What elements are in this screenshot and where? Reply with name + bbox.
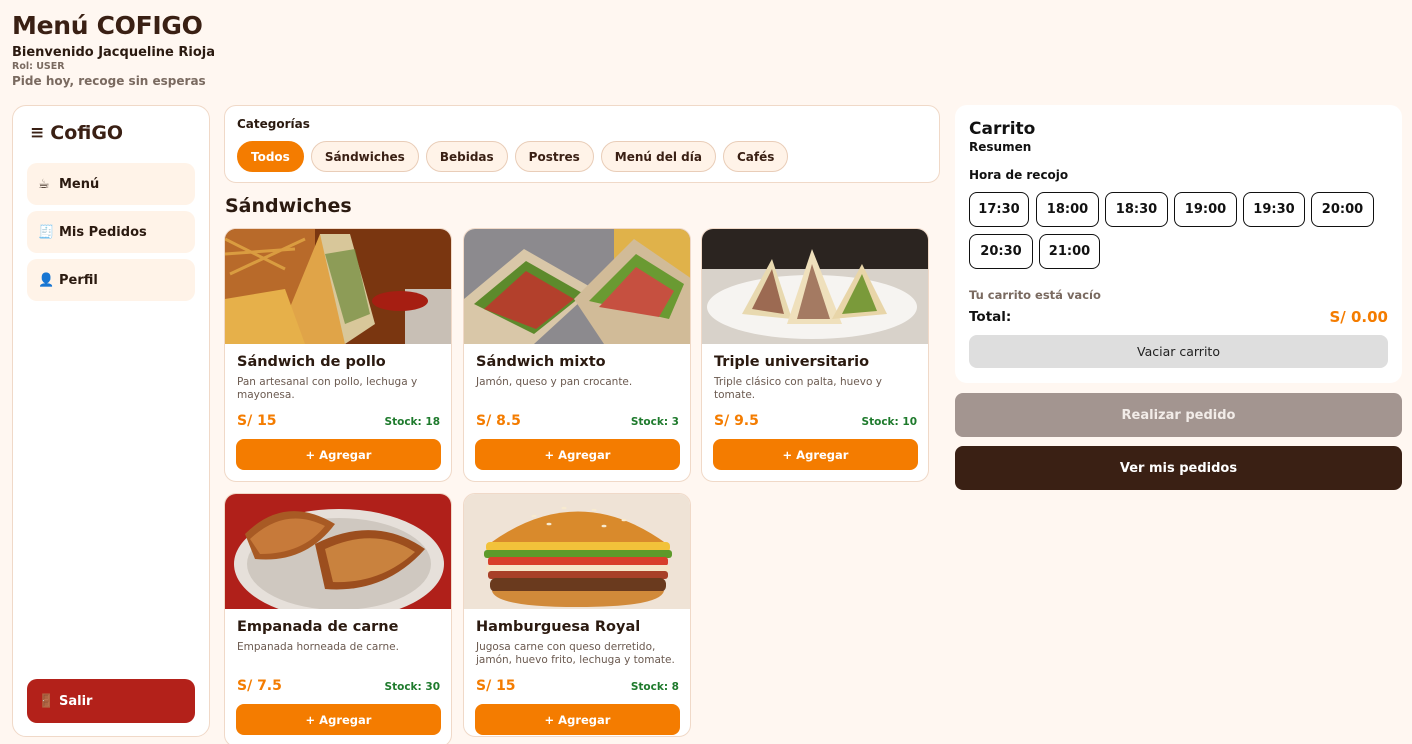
coffee-icon: ☕ xyxy=(38,176,50,192)
category-chip-cafes[interactable]: Cafés xyxy=(722,141,789,172)
product-stock: Stock: 18 xyxy=(384,416,440,428)
product-image xyxy=(464,229,690,344)
product-name: Hamburguesa Royal xyxy=(476,619,641,635)
product-price: S/ 15 xyxy=(476,678,516,694)
product-description: Triple clásico con palta, huevo y tomate… xyxy=(714,376,882,401)
time-slot-1730[interactable]: 17:30 xyxy=(969,192,1029,227)
door-icon: 🚪 xyxy=(38,693,55,709)
view-my-orders-button[interactable]: Ver mis pedidos xyxy=(955,446,1402,490)
user-icon: 👤 xyxy=(38,272,55,288)
category-chip-menu-del-dia[interactable]: Menú del día xyxy=(600,141,716,172)
sidebar-item-label: Mis Pedidos xyxy=(59,224,147,240)
page-title: Menú COFIGO xyxy=(12,11,203,40)
product-card: Sándwich mixto Jamón, queso y pan crocan… xyxy=(463,228,691,482)
product-description: Jugosa carne con queso derretido, jamón,… xyxy=(476,641,675,666)
logout-button[interactable]: 🚪 Salir xyxy=(27,679,195,723)
add-to-cart-button[interactable]: + Agregar xyxy=(475,439,680,470)
product-stock: Stock: 30 xyxy=(384,681,440,693)
logout-label: Salir xyxy=(59,693,93,709)
product-card: Empanada de carne Empanada horneada de c… xyxy=(224,493,452,744)
time-slot-2030[interactable]: 20:30 xyxy=(969,234,1033,269)
place-order-button[interactable]: Realizar pedido xyxy=(955,393,1402,437)
pickup-time-label: Hora de recojo xyxy=(969,168,1069,182)
categories-panel: Categorías Todos Sándwiches Bebidas Post… xyxy=(224,105,940,183)
product-image xyxy=(225,229,451,344)
product-image xyxy=(225,494,451,609)
welcome-text: Bienvenido Jacqueline Rioja xyxy=(12,45,216,60)
cart-panel: Carrito Resumen Hora de recojo 17:30 18:… xyxy=(955,105,1402,383)
brand: ≡ CofiGO xyxy=(30,122,123,144)
product-name: Sándwich mixto xyxy=(476,354,606,370)
sidebar: ≡ CofiGO ☕ Menú 🧾 Mis Pedidos 👤 Perfil 🚪… xyxy=(12,105,210,737)
tagline: Pide hoy, recoge sin esperas xyxy=(12,74,206,88)
cart-title: Carrito xyxy=(969,119,1036,139)
product-description: Pan artesanal con pollo, lechuga y mayon… xyxy=(237,376,418,401)
category-chip-sandwiches[interactable]: Sándwiches xyxy=(310,141,419,172)
categories-title: Categorías xyxy=(237,117,310,131)
category-chip-postres[interactable]: Postres xyxy=(514,141,594,172)
product-name: Sándwich de pollo xyxy=(237,354,386,370)
product-card: Triple universitario Triple clásico con … xyxy=(701,228,929,482)
section-title: Sándwiches xyxy=(225,195,352,217)
add-to-cart-button[interactable]: + Agregar xyxy=(713,439,918,470)
time-slot-1930[interactable]: 19:30 xyxy=(1243,192,1305,227)
product-description: Empanada horneada de carne. xyxy=(237,641,399,653)
category-chip-todos[interactable]: Todos xyxy=(237,141,304,172)
sidebar-item-profile[interactable]: 👤 Perfil xyxy=(27,259,195,301)
product-image xyxy=(464,494,690,609)
time-slot-1900[interactable]: 19:00 xyxy=(1174,192,1237,227)
total-label: Total: xyxy=(969,309,1012,325)
hamburger-menu-icon[interactable]: ≡ xyxy=(30,123,44,143)
category-chips: Todos Sándwiches Bebidas Postres Menú de… xyxy=(237,141,789,172)
category-chip-bebidas[interactable]: Bebidas xyxy=(425,141,508,172)
time-slot-1800[interactable]: 18:00 xyxy=(1036,192,1099,227)
product-price: S/ 15 xyxy=(237,413,277,429)
add-to-cart-button[interactable]: + Agregar xyxy=(236,439,441,470)
time-slot-2000[interactable]: 20:00 xyxy=(1311,192,1374,227)
cart-empty-message: Tu carrito está vacío xyxy=(969,288,1101,302)
time-slot-2100[interactable]: 21:00 xyxy=(1039,234,1100,269)
add-to-cart-button[interactable]: + Agregar xyxy=(236,704,441,735)
product-price: S/ 7.5 xyxy=(237,678,282,694)
product-price: S/ 9.5 xyxy=(714,413,759,429)
time-slot-1830[interactable]: 18:30 xyxy=(1105,192,1168,227)
brand-name: CofiGO xyxy=(50,122,124,144)
product-stock: Stock: 8 xyxy=(630,681,679,693)
product-description: Jamón, queso y pan crocante. xyxy=(476,376,633,388)
product-card: Hamburguesa Royal Jugosa carne con queso… xyxy=(463,493,691,737)
sidebar-item-label: Menú xyxy=(59,176,100,192)
add-to-cart-button[interactable]: + Agregar xyxy=(475,704,680,735)
product-stock: Stock: 10 xyxy=(861,416,917,428)
product-price: S/ 8.5 xyxy=(476,413,521,429)
clear-cart-button[interactable]: Vaciar carrito xyxy=(969,335,1388,368)
product-image xyxy=(702,229,928,344)
page-header: Menú COFIGO Bienvenido Jacqueline Rioja … xyxy=(12,10,215,88)
sidebar-item-menu[interactable]: ☕ Menú xyxy=(27,163,195,205)
product-stock: Stock: 3 xyxy=(630,416,679,428)
product-name: Empanada de carne xyxy=(237,619,399,635)
product-card: Sándwich de pollo Pan artesanal con poll… xyxy=(224,228,452,482)
cart-subtitle: Resumen xyxy=(969,140,1032,154)
product-name: Triple universitario xyxy=(714,354,870,370)
sidebar-item-label: Perfil xyxy=(59,272,98,288)
receipt-icon: 🧾 xyxy=(38,224,55,240)
user-role: Rol: USER xyxy=(12,61,65,72)
total-value: S/ 0.00 xyxy=(1329,308,1388,326)
sidebar-item-my-orders[interactable]: 🧾 Mis Pedidos xyxy=(27,211,195,253)
